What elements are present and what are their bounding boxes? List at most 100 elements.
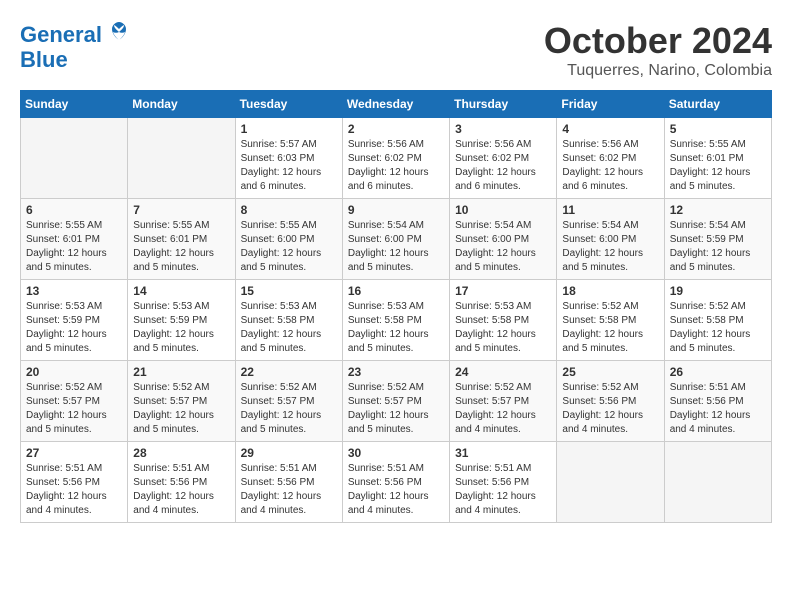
calendar-cell: 18 Sunrise: 5:52 AM Sunset: 5:58 PM Dayli… xyxy=(557,280,664,361)
calendar-cell: 2Sunrise: 5:56 AM Sunset: 6:02 PM Daylig… xyxy=(342,118,449,199)
day-number: 24 xyxy=(455,365,551,379)
calendar-cell xyxy=(128,118,235,199)
calendar-week-row: 27 Sunrise: 5:51 AM Sunset: 5:56 PM Dayli… xyxy=(21,442,772,523)
day-info: Sunrise: 5:53 AM Sunset: 5:58 PM Dayligh… xyxy=(241,300,337,356)
calendar-cell: 10Sunrise: 5:54 AM Sunset: 6:00 PM Dayli… xyxy=(450,199,557,280)
day-info: Sunrise: 5:55 AM Sunset: 6:01 PM Dayligh… xyxy=(26,219,122,275)
weekday-header-cell: Saturday xyxy=(664,91,771,118)
day-info: Sunrise: 5:56 AM Sunset: 6:02 PM Dayligh… xyxy=(562,138,658,194)
calendar-cell: 28Sunrise: 5:51 AM Sunset: 5:56 PM Dayli… xyxy=(128,442,235,523)
calendar-cell xyxy=(557,442,664,523)
calendar-cell: 19 Sunrise: 5:52 AM Sunset: 5:58 PM Dayli… xyxy=(664,280,771,361)
day-number: 19 xyxy=(670,284,766,298)
calendar-cell: 13Sunrise: 5:53 AM Sunset: 5:59 PM Dayli… xyxy=(21,280,128,361)
day-number: 8 xyxy=(241,203,337,217)
weekday-header-cell: Tuesday xyxy=(235,91,342,118)
day-info: Sunrise: 5:53 AM Sunset: 5:59 PM Dayligh… xyxy=(133,300,229,356)
day-number: 10 xyxy=(455,203,551,217)
calendar-cell: 8 Sunrise: 5:55 AM Sunset: 6:00 PM Daylig… xyxy=(235,199,342,280)
calendar-cell: 12Sunrise: 5:54 AM Sunset: 5:59 PM Dayli… xyxy=(664,199,771,280)
day-info: Sunrise: 5:51 AM Sunset: 5:56 PM Dayligh… xyxy=(26,462,122,518)
calendar-cell: 17Sunrise: 5:53 AM Sunset: 5:58 PM Dayli… xyxy=(450,280,557,361)
day-info: Sunrise: 5:52 AM Sunset: 5:58 PM Dayligh… xyxy=(562,300,658,356)
calendar-week-row: 1 Sunrise: 5:57 AM Sunset: 6:03 PM Daylig… xyxy=(21,118,772,199)
calendar-cell xyxy=(21,118,128,199)
logo-blue-text: Blue xyxy=(20,47,68,73)
day-number: 11 xyxy=(562,203,658,217)
day-number: 1 xyxy=(241,122,337,136)
weekday-header-row: SundayMondayTuesdayWednesdayThursdayFrid… xyxy=(21,91,772,118)
weekday-header-cell: Sunday xyxy=(21,91,128,118)
day-number: 16 xyxy=(348,284,444,298)
day-info: Sunrise: 5:57 AM Sunset: 6:03 PM Dayligh… xyxy=(241,138,337,194)
day-number: 3 xyxy=(455,122,551,136)
calendar-cell: 15 Sunrise: 5:53 AM Sunset: 5:58 PM Dayli… xyxy=(235,280,342,361)
day-number: 5 xyxy=(670,122,766,136)
day-number: 14 xyxy=(133,284,229,298)
calendar-cell: 7Sunrise: 5:55 AM Sunset: 6:01 PM Daylig… xyxy=(128,199,235,280)
day-number: 18 xyxy=(562,284,658,298)
logo-bird-icon xyxy=(110,20,128,42)
calendar-cell: 23 Sunrise: 5:52 AM Sunset: 5:57 PM Dayli… xyxy=(342,361,449,442)
calendar-cell: 5 Sunrise: 5:55 AM Sunset: 6:01 PM Daylig… xyxy=(664,118,771,199)
calendar-cell: 6 Sunrise: 5:55 AM Sunset: 6:01 PM Daylig… xyxy=(21,199,128,280)
day-number: 26 xyxy=(670,365,766,379)
day-info: Sunrise: 5:51 AM Sunset: 5:56 PM Dayligh… xyxy=(133,462,229,518)
day-info: Sunrise: 5:54 AM Sunset: 6:00 PM Dayligh… xyxy=(562,219,658,275)
day-info: Sunrise: 5:52 AM Sunset: 5:57 PM Dayligh… xyxy=(455,381,551,437)
day-info: Sunrise: 5:51 AM Sunset: 5:56 PM Dayligh… xyxy=(348,462,444,518)
calendar-cell: 30 Sunrise: 5:51 AM Sunset: 5:56 PM Dayli… xyxy=(342,442,449,523)
calendar-cell: 14 Sunrise: 5:53 AM Sunset: 5:59 PM Dayli… xyxy=(128,280,235,361)
day-info: Sunrise: 5:52 AM Sunset: 5:57 PM Dayligh… xyxy=(133,381,229,437)
calendar-cell xyxy=(664,442,771,523)
calendar-cell: 31 Sunrise: 5:51 AM Sunset: 5:56 PM Dayli… xyxy=(450,442,557,523)
day-info: Sunrise: 5:52 AM Sunset: 5:56 PM Dayligh… xyxy=(562,381,658,437)
weekday-header-cell: Thursday xyxy=(450,91,557,118)
calendar-cell: 26 Sunrise: 5:51 AM Sunset: 5:56 PM Dayli… xyxy=(664,361,771,442)
day-number: 31 xyxy=(455,446,551,460)
day-info: Sunrise: 5:51 AM Sunset: 5:56 PM Dayligh… xyxy=(670,381,766,437)
calendar-cell: 25Sunrise: 5:52 AM Sunset: 5:56 PM Dayli… xyxy=(557,361,664,442)
calendar-cell: 3Sunrise: 5:56 AM Sunset: 6:02 PM Daylig… xyxy=(450,118,557,199)
day-info: Sunrise: 5:53 AM Sunset: 5:58 PM Dayligh… xyxy=(348,300,444,356)
weekday-header-cell: Monday xyxy=(128,91,235,118)
day-info: Sunrise: 5:55 AM Sunset: 6:01 PM Dayligh… xyxy=(670,138,766,194)
day-number: 23 xyxy=(348,365,444,379)
day-info: Sunrise: 5:51 AM Sunset: 5:56 PM Dayligh… xyxy=(455,462,551,518)
calendar-cell: 1 Sunrise: 5:57 AM Sunset: 6:03 PM Daylig… xyxy=(235,118,342,199)
day-info: Sunrise: 5:52 AM Sunset: 5:57 PM Dayligh… xyxy=(26,381,122,437)
weekday-header-cell: Wednesday xyxy=(342,91,449,118)
day-number: 15 xyxy=(241,284,337,298)
calendar-cell: 24 Sunrise: 5:52 AM Sunset: 5:57 PM Dayli… xyxy=(450,361,557,442)
day-number: 2 xyxy=(348,122,444,136)
calendar-cell: 21 Sunrise: 5:52 AM Sunset: 5:57 PM Dayli… xyxy=(128,361,235,442)
day-number: 30 xyxy=(348,446,444,460)
title-area: October 2024 Tuquerres, Narino, Colombia xyxy=(544,20,772,80)
calendar-week-row: 6 Sunrise: 5:55 AM Sunset: 6:01 PM Daylig… xyxy=(21,199,772,280)
day-number: 17 xyxy=(455,284,551,298)
day-info: Sunrise: 5:53 AM Sunset: 5:59 PM Dayligh… xyxy=(26,300,122,356)
calendar-week-row: 20 Sunrise: 5:52 AM Sunset: 5:57 PM Dayli… xyxy=(21,361,772,442)
location-title: Tuquerres, Narino, Colombia xyxy=(544,62,772,80)
day-info: Sunrise: 5:52 AM Sunset: 5:57 PM Dayligh… xyxy=(348,381,444,437)
day-number: 20 xyxy=(26,365,122,379)
day-info: Sunrise: 5:55 AM Sunset: 6:00 PM Dayligh… xyxy=(241,219,337,275)
day-number: 29 xyxy=(241,446,337,460)
day-number: 21 xyxy=(133,365,229,379)
calendar-cell: 9 Sunrise: 5:54 AM Sunset: 6:00 PM Daylig… xyxy=(342,199,449,280)
calendar-cell: 20 Sunrise: 5:52 AM Sunset: 5:57 PM Dayli… xyxy=(21,361,128,442)
day-number: 4 xyxy=(562,122,658,136)
month-title: October 2024 xyxy=(544,20,772,62)
calendar-week-row: 13Sunrise: 5:53 AM Sunset: 5:59 PM Dayli… xyxy=(21,280,772,361)
calendar-cell: 27 Sunrise: 5:51 AM Sunset: 5:56 PM Dayli… xyxy=(21,442,128,523)
day-number: 6 xyxy=(26,203,122,217)
day-info: Sunrise: 5:54 AM Sunset: 6:00 PM Dayligh… xyxy=(348,219,444,275)
calendar-cell: 4 Sunrise: 5:56 AM Sunset: 6:02 PM Daylig… xyxy=(557,118,664,199)
day-info: Sunrise: 5:52 AM Sunset: 5:58 PM Dayligh… xyxy=(670,300,766,356)
day-info: Sunrise: 5:51 AM Sunset: 5:56 PM Dayligh… xyxy=(241,462,337,518)
logo-text: General xyxy=(20,20,128,47)
calendar-cell: 22Sunrise: 5:52 AM Sunset: 5:57 PM Dayli… xyxy=(235,361,342,442)
day-number: 9 xyxy=(348,203,444,217)
day-number: 27 xyxy=(26,446,122,460)
calendar-cell: 11 Sunrise: 5:54 AM Sunset: 6:00 PM Dayli… xyxy=(557,199,664,280)
